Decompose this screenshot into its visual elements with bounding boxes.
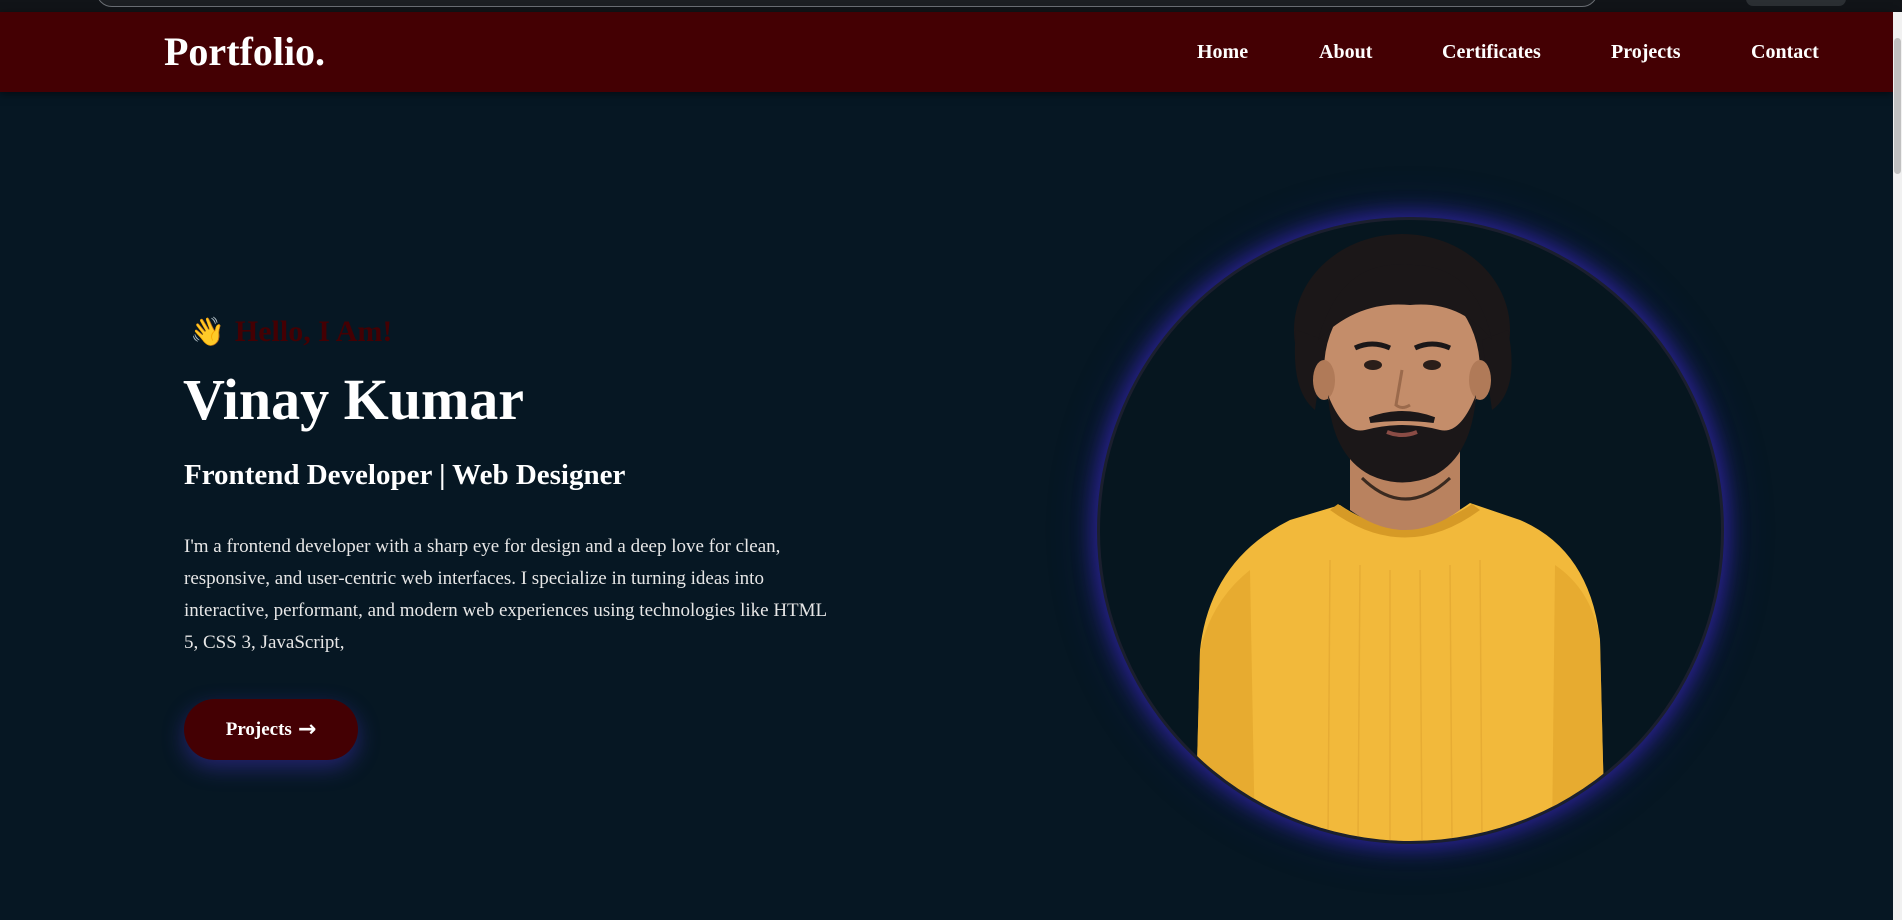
page-scrollbar[interactable]: [1893, 12, 1902, 920]
hero-name: Vinay Kumar: [183, 367, 525, 432]
scrollbar-thumb[interactable]: [1894, 38, 1901, 174]
projects-button-label: Projects: [225, 718, 292, 740]
nav-link-about[interactable]: About: [1319, 40, 1372, 64]
nav-link-projects[interactable]: Projects: [1611, 40, 1681, 64]
hero-bio: I'm a frontend developer with a sharp ey…: [184, 536, 827, 653]
nav-link-home[interactable]: Home: [1197, 40, 1248, 64]
nav-links: Home About Certificates Projects Contact: [0, 40, 1893, 64]
browser-chrome: [0, 0, 1902, 12]
browser-toolbar-control[interactable]: [1746, 0, 1846, 6]
arrow-right-icon: →: [297, 716, 317, 742]
address-bar[interactable]: [96, 0, 1598, 7]
profile-photo: [1097, 217, 1724, 844]
navbar: Portfolio. Home About Certificates Proje…: [0, 12, 1893, 92]
projects-button[interactable]: Projects →: [184, 699, 358, 760]
nav-link-certificates[interactable]: Certificates: [1442, 40, 1541, 64]
waving-hand-icon: 👋: [190, 315, 225, 348]
hero-greeting: 👋 Hello, I Am!: [190, 315, 392, 349]
hero-role: Frontend Developer | Web Designer: [184, 459, 626, 491]
nav-link-contact[interactable]: Contact: [1751, 40, 1819, 64]
greeting-text: Hello, I Am!: [234, 315, 393, 348]
profile-portrait-illustration: [1195, 234, 1605, 841]
